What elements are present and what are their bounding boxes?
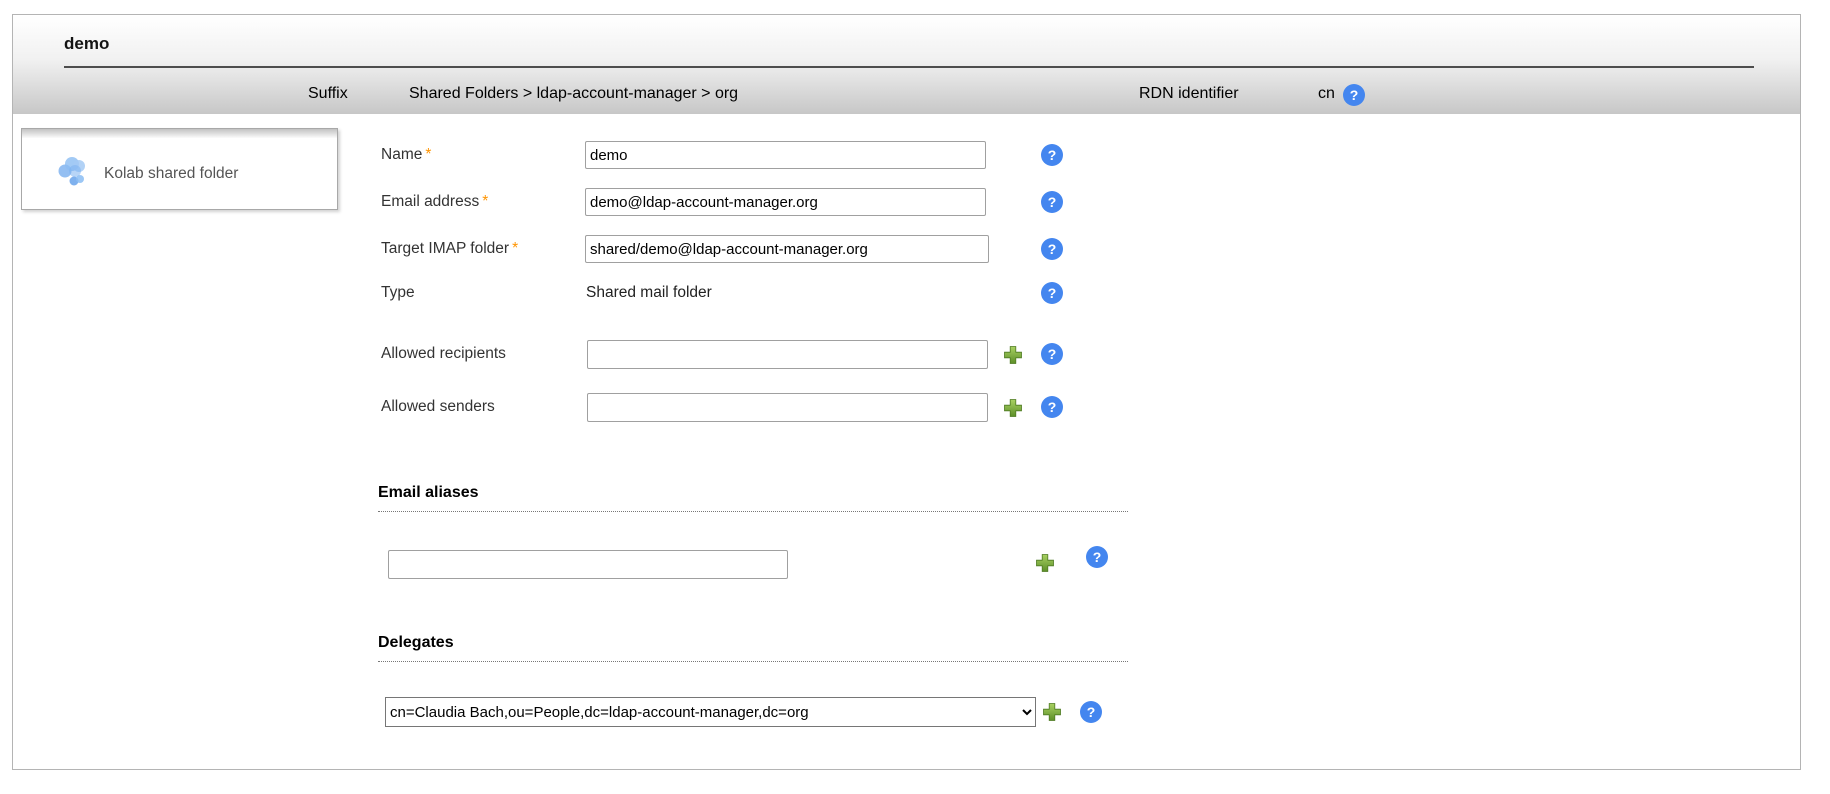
help-icon[interactable]: ? [1041,238,1063,260]
field-label-allowed-recipients: Allowed recipients [381,345,506,363]
delegates-select[interactable]: cn=Claudia Bach,ou=People,dc=ldap-accoun… [385,697,1036,727]
required-marker: * [482,193,488,210]
tab-label: Kolab shared folder [104,165,238,183]
suffix-label: Suffix [308,85,348,103]
email-address-input[interactable] [585,188,986,216]
field-label-type: Type [381,284,415,302]
field-label-email-address: Email address* [381,193,488,211]
header: demo Suffix Shared Folders > ldap-accoun… [13,15,1800,114]
type-value: Shared mail folder [586,284,712,302]
name-input[interactable] [585,141,986,169]
section-heading-delegates: Delegates [378,634,1128,662]
rdn-identifier-value: cn [1318,85,1335,103]
add-icon[interactable] [1035,553,1055,573]
allowed-recipients-input[interactable] [587,340,988,369]
add-icon[interactable] [1003,345,1023,365]
tab-kolab-shared-folder[interactable]: Kolab shared folder [21,128,338,210]
help-icon[interactable]: ? [1041,144,1063,166]
target-imap-folder-input[interactable] [585,235,989,263]
title-divider [64,66,1754,68]
field-label-name: Name* [381,146,431,164]
kolab-cloud-icon [58,154,90,193]
field-label-allowed-senders: Allowed senders [381,398,495,416]
required-marker: * [512,240,518,257]
add-icon[interactable] [1003,398,1023,418]
help-icon[interactable]: ? [1343,84,1365,106]
section-heading-email-aliases: Email aliases [378,484,1128,512]
help-icon[interactable]: ? [1041,191,1063,213]
field-label-target-imap-folder: Target IMAP folder* [381,240,518,258]
help-icon[interactable]: ? [1041,343,1063,365]
required-marker: * [425,146,431,163]
add-icon[interactable] [1042,702,1062,722]
help-icon[interactable]: ? [1041,396,1063,418]
help-icon[interactable]: ? [1080,701,1102,723]
page-title: demo [64,34,109,54]
suffix-breadcrumb: Shared Folders > ldap-account-manager > … [409,85,738,103]
rdn-identifier-label: RDN identifier [1139,85,1239,103]
allowed-senders-input[interactable] [587,393,988,422]
email-alias-input[interactable] [388,550,788,579]
page: demo Suffix Shared Folders > ldap-accoun… [0,0,1830,794]
help-icon[interactable]: ? [1041,282,1063,304]
help-icon[interactable]: ? [1086,546,1108,568]
tab-top-strip [22,129,337,138]
